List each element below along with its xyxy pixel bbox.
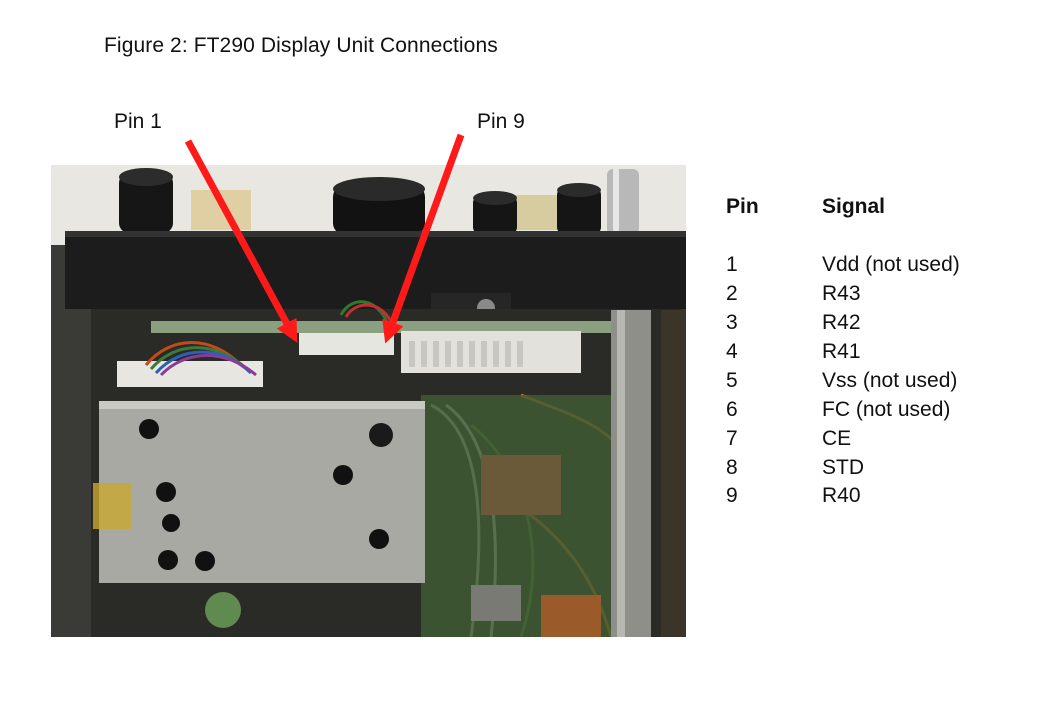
- signal-name: CE: [822, 426, 852, 450]
- figure-title: Figure 2: FT290 Display Unit Connections: [104, 34, 498, 57]
- table-row: 8 STD: [726, 453, 960, 482]
- signal-name: R40: [822, 484, 861, 508]
- knob-2: [333, 177, 425, 235]
- shield-can: [93, 401, 425, 583]
- table-row: 9 R40: [726, 482, 960, 511]
- knob-4: [557, 183, 601, 235]
- knob-1: [119, 168, 173, 233]
- signal-name: R43: [822, 282, 861, 306]
- signal-name: Vss (not used): [822, 368, 958, 392]
- signal-name: FC (not used): [822, 397, 951, 421]
- table-row: 3 R42: [726, 309, 960, 338]
- table-row: 5 Vss (not used): [726, 366, 960, 395]
- front-panel: [65, 231, 686, 309]
- pin-signal-table: Pin Signal 1 Vdd (not used) 2 R43 3 R42 4 R4…: [726, 193, 960, 511]
- pin-1-label: Pin 1: [114, 110, 162, 133]
- pin-9-label: Pin 9: [477, 110, 525, 133]
- knob-3: [473, 191, 517, 235]
- pin-number: 3: [726, 311, 738, 335]
- pin-number: 6: [726, 397, 738, 421]
- table-row: 4 R41: [726, 338, 960, 367]
- pin-number: 2: [726, 282, 738, 306]
- table-row: 6 FC (not used): [726, 395, 960, 424]
- pin-number: 4: [726, 340, 738, 363]
- pin-number: 1: [726, 253, 738, 277]
- table-row: 7 CE: [726, 424, 960, 453]
- radio-photo: [51, 165, 686, 637]
- header-pin: Pin: [726, 195, 759, 219]
- signal-name: R42: [822, 311, 861, 335]
- pin-number: 9: [726, 484, 738, 508]
- header-signal: Signal: [822, 195, 886, 219]
- table-header: Pin Signal: [726, 193, 960, 222]
- signal-name: Vdd (not used): [822, 253, 960, 277]
- signal-name: R41: [822, 340, 861, 363]
- display-connector: [299, 333, 394, 355]
- pin-number: 8: [726, 455, 738, 479]
- knob-5: [607, 169, 639, 235]
- table-row: 1 Vdd (not used): [726, 251, 960, 280]
- signal-name: STD: [822, 455, 864, 479]
- table-row: 2 R43: [726, 280, 960, 309]
- pin-number: 7: [726, 426, 738, 450]
- pin-number: 5: [726, 368, 738, 392]
